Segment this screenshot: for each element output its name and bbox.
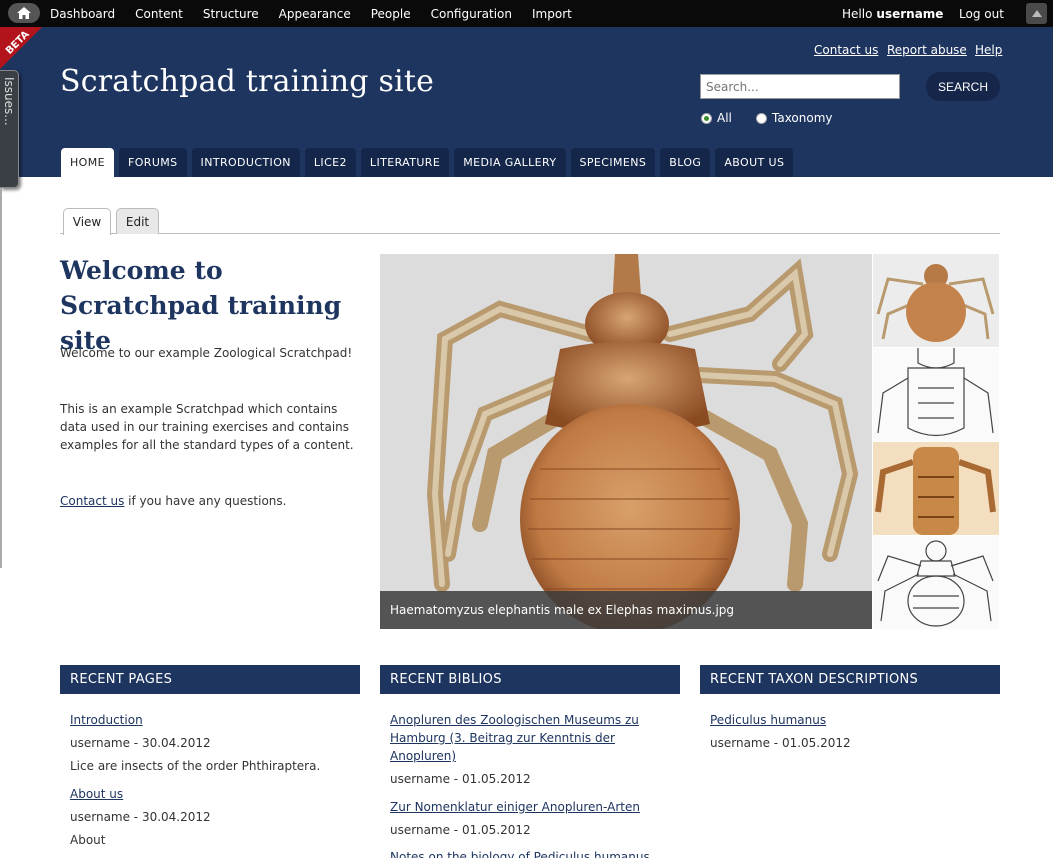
recent-page-meta: username - 30.04.2012 (70, 810, 211, 824)
admin-menu-appearance[interactable]: Appearance (279, 7, 351, 21)
issues-tab[interactable]: Issues... (0, 70, 19, 188)
search-scope-all[interactable]: All (701, 111, 732, 125)
recent-taxon-link[interactable]: Pediculus humanus (710, 711, 985, 729)
radio-selected-icon (701, 112, 712, 124)
admin-toolbar: Dashboard Content Structure Appearance P… (0, 0, 1053, 27)
nav-tab-media-gallery[interactable]: MEDIA GALLERY (454, 148, 566, 177)
welcome-description: This is an example Scratchpad which cont… (60, 402, 354, 452)
nav-tab-about-us[interactable]: ABOUT US (715, 148, 794, 177)
recent-biblio-link[interactable]: Zur Nomenklatur einiger Anopluren-Arten (390, 798, 665, 816)
welcome-contact-text: if you have any questions. (124, 494, 287, 508)
admin-menu-structure[interactable]: Structure (203, 7, 259, 21)
hello-text: Hello (842, 6, 873, 21)
nav-tab-forums[interactable]: FORUMS (118, 148, 187, 177)
beta-ribbon: BETA (0, 27, 42, 69)
gallery-caption: Haematomyzus elephantis male ex Elephas … (380, 591, 872, 629)
recent-biblio-meta: username - 01.05.2012 (390, 772, 531, 786)
nav-tab-introduction[interactable]: INTRODUCTION (191, 148, 300, 177)
site-title[interactable]: Scratchpad training site (60, 64, 434, 99)
search-input[interactable] (700, 74, 900, 99)
admin-menu-import[interactable]: Import (532, 7, 572, 21)
logout-link[interactable]: Log out (959, 0, 1004, 27)
recent-page-meta: username - 30.04.2012 (70, 736, 211, 750)
search-scope-all-label: All (717, 111, 732, 125)
recent-biblios-heading: RECENT BIBLIOS (380, 665, 680, 694)
recent-page-link[interactable]: About us (70, 785, 345, 803)
gallery-thumbnail-2[interactable] (873, 348, 999, 441)
report-abuse-link[interactable]: Report abuse (887, 43, 967, 57)
admin-menu-configuration[interactable]: Configuration (431, 7, 512, 21)
gallery-thumbnail-3[interactable] (873, 442, 999, 535)
username[interactable]: username (876, 7, 943, 21)
contact-us-link[interactable]: Contact us (814, 43, 878, 57)
welcome-contact-link[interactable]: Contact us (60, 494, 124, 508)
recent-taxon-heading: RECENT TAXON DESCRIPTIONS (700, 665, 1000, 694)
admin-menu: Dashboard Content Structure Appearance P… (50, 0, 592, 27)
search-button[interactable]: SEARCH (926, 72, 1000, 101)
home-icon[interactable] (8, 3, 40, 23)
recent-biblio-meta: username - 01.05.2012 (390, 823, 531, 837)
page-title: Welcome to Scratchpad training site (60, 256, 342, 355)
issues-tab-rail (0, 188, 2, 568)
nav-tab-blog[interactable]: BLOG (660, 148, 711, 177)
gallery-thumbnail-4[interactable] (873, 536, 999, 629)
local-tabs: View Edit (60, 207, 1000, 235)
help-link[interactable]: Help (975, 43, 1002, 57)
issues-tab-label: Issues... (2, 77, 16, 126)
recent-page-summary: Lice are insects of the order Phthirapte… (70, 759, 321, 773)
gallery-main-image[interactable] (380, 254, 872, 629)
radio-unselected-icon (756, 112, 767, 124)
tab-view[interactable]: View (63, 208, 111, 235)
primary-nav: HOME FORUMS INTRODUCTION LICE2 LITERATUR… (61, 148, 798, 177)
toolbar-toggle-button[interactable] (1026, 3, 1047, 24)
user-greeting: Hello username (842, 0, 943, 27)
recent-page-link[interactable]: Introduction (70, 711, 345, 729)
gallery-thumbnail-1[interactable] (873, 254, 999, 347)
recent-taxon-meta: username - 01.05.2012 (710, 736, 851, 750)
nav-tab-lice2[interactable]: LICE2 (304, 148, 356, 177)
search-scope-taxonomy-label: Taxonomy (772, 111, 833, 125)
recent-biblio-link[interactable]: Anopluren des Zoologischen Museums zu Ha… (390, 711, 660, 765)
tab-edit[interactable]: Edit (116, 208, 159, 234)
welcome-intro: Welcome to our example Zoological Scratc… (60, 346, 353, 360)
admin-menu-people[interactable]: People (371, 7, 411, 21)
admin-menu-dashboard[interactable]: Dashboard (50, 7, 115, 21)
nav-tab-literature[interactable]: LITERATURE (360, 148, 450, 177)
search-scope-taxonomy[interactable]: Taxonomy (756, 111, 833, 125)
nav-tab-home[interactable]: HOME (61, 148, 114, 177)
recent-pages-heading: RECENT PAGES (60, 665, 360, 694)
welcome-contact: Contact us if you have any questions. (60, 492, 365, 510)
chevron-up-icon (1031, 10, 1042, 17)
nav-tab-specimens[interactable]: SPECIMENS (570, 148, 656, 177)
recent-page-summary: About (70, 833, 106, 847)
admin-menu-content[interactable]: Content (135, 7, 183, 21)
recent-biblio-link[interactable]: Notes on the biology of Pediculus humanu… (390, 848, 665, 858)
